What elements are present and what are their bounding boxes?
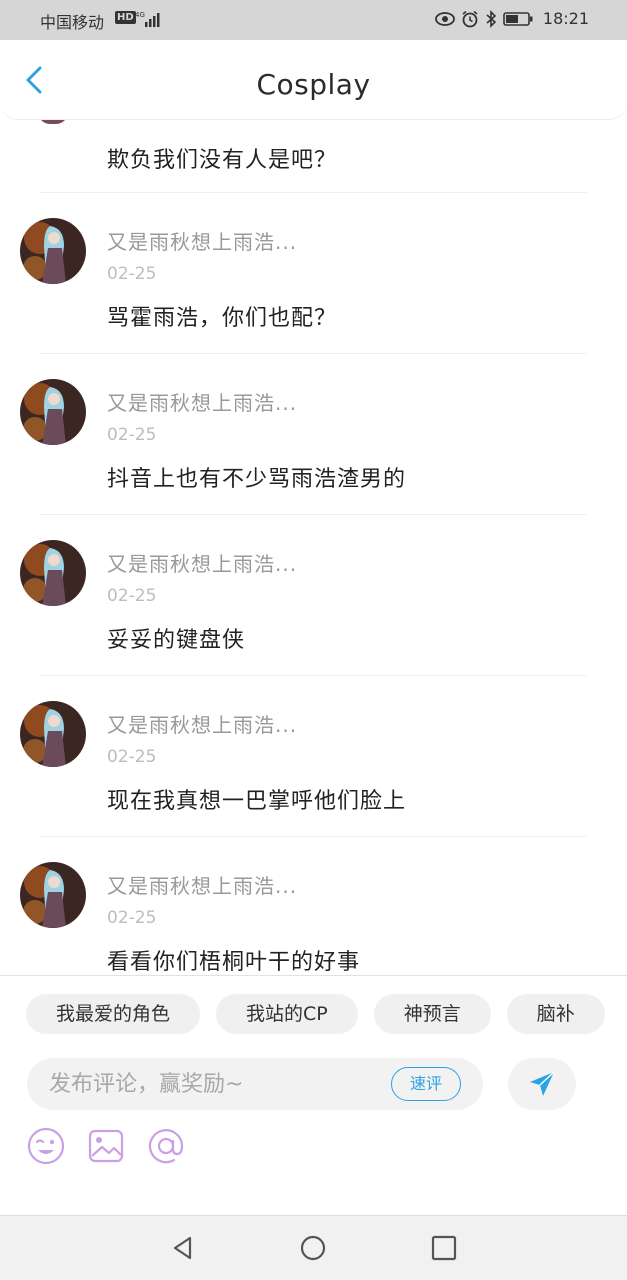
comment-author[interactable]: 又是雨秋想上雨浩... xyxy=(107,387,297,416)
avatar-image xyxy=(20,540,86,606)
comment-text: 欺负我们没有人是吧？ xyxy=(107,148,338,173)
comment-item[interactable]: 又是雨秋想上雨浩... 02-25 现在我真想一巴掌呼他们脸上 xyxy=(0,675,627,836)
avatar-image xyxy=(20,701,86,767)
comment-item[interactable]: 又是雨秋想上雨浩... 02-25 妥妥的键盘侠 xyxy=(0,514,627,675)
quick-tag[interactable]: 脑补 xyxy=(506,994,605,1034)
home-circle-icon[interactable] xyxy=(298,1233,328,1263)
bluetooth-icon xyxy=(486,9,497,28)
screen: 中国移动 HD 4G 18:21 Cosplay 欺负我们没有人是吧？ 又是雨秋… xyxy=(0,0,627,1280)
comment-author[interactable]: 又是雨秋想上雨浩... xyxy=(107,709,297,738)
avatar[interactable] xyxy=(20,540,86,606)
header: Cosplay xyxy=(0,40,627,120)
comment-date: 02-25 xyxy=(107,264,157,284)
comment-author[interactable]: 又是雨秋想上雨浩... xyxy=(107,870,297,899)
composer-tools xyxy=(26,1126,186,1166)
recent-square-icon[interactable] xyxy=(429,1233,459,1263)
comment-item[interactable]: 又是雨秋想上雨浩... 02-25 看看你们梧桐叶干的好事 xyxy=(0,836,627,975)
comment-item[interactable]: 又是雨秋想上雨浩... 02-25 抖音上也有不少骂雨浩渣男的 xyxy=(0,353,627,514)
comment-text: 抖音上也有不少骂雨浩渣男的 xyxy=(107,467,407,492)
avatar[interactable] xyxy=(38,120,68,124)
avatar[interactable] xyxy=(20,701,86,767)
comment-date: 02-25 xyxy=(107,425,157,445)
avatar[interactable] xyxy=(20,379,86,445)
comment-list[interactable]: 欺负我们没有人是吧？ 又是雨秋想上雨浩... 02-25 骂霍雨浩，你们也配？ xyxy=(0,120,627,975)
eye-icon xyxy=(434,11,455,26)
comment-text: 妥妥的键盘侠 xyxy=(107,628,246,653)
quick-tag[interactable]: 我站的CP xyxy=(216,994,358,1034)
avatar-image xyxy=(20,218,86,284)
comment-author[interactable]: 又是雨秋想上雨浩... xyxy=(107,548,297,577)
comment-date: 02-25 xyxy=(107,586,157,606)
comment-date: 02-25 xyxy=(107,747,157,767)
quick-tag-bar[interactable]: 我最爱的角色 我站的CP 神预言 脑补 xyxy=(26,994,605,1034)
send-button[interactable] xyxy=(508,1058,576,1110)
back-triangle-icon[interactable] xyxy=(168,1233,198,1263)
avatar[interactable] xyxy=(20,862,86,928)
quick-review-button[interactable]: 速评 xyxy=(391,1067,461,1101)
comment-author[interactable]: 又是雨秋想上雨浩... xyxy=(107,226,297,255)
avatar[interactable] xyxy=(20,218,86,284)
comment-item[interactable]: 又是雨秋想上雨浩... 02-25 骂霍雨浩，你们也配？ xyxy=(0,192,627,353)
comment-text: 骂霍雨浩，你们也配？ xyxy=(107,306,338,331)
send-icon xyxy=(530,1071,555,1096)
comment-input-box[interactable]: 速评 xyxy=(27,1058,483,1110)
emoji-icon[interactable] xyxy=(26,1126,66,1166)
clock: 18:21 xyxy=(542,9,589,28)
network-type: 4G xyxy=(135,11,145,19)
page-title: Cosplay xyxy=(256,68,371,101)
comment-input[interactable] xyxy=(49,1068,379,1100)
status-right: 18:21 xyxy=(434,9,589,28)
comment-composer: 我最爱的角色 我站的CP 神预言 脑补 速评 xyxy=(0,975,627,1215)
avatar-image xyxy=(20,379,86,445)
hd-badge: HD xyxy=(115,11,136,24)
system-nav-bar xyxy=(0,1215,627,1280)
battery-icon xyxy=(503,11,533,26)
signal-icon: 4G xyxy=(135,11,160,27)
alarm-icon xyxy=(462,10,478,27)
comment-date: 02-25 xyxy=(107,908,157,928)
avatar-image xyxy=(20,862,86,928)
comment-text: 现在我真想一巴掌呼他们脸上 xyxy=(107,789,407,814)
quick-tag[interactable]: 我最爱的角色 xyxy=(26,994,201,1034)
image-icon[interactable] xyxy=(86,1126,126,1166)
quick-tag[interactable]: 神预言 xyxy=(373,994,491,1034)
status-bar: 中国移动 HD 4G 18:21 xyxy=(0,0,627,40)
at-icon[interactable] xyxy=(146,1126,186,1166)
carrier-label: 中国移动 xyxy=(40,13,105,32)
comment-text: 看看你们梧桐叶干的好事 xyxy=(107,950,361,975)
